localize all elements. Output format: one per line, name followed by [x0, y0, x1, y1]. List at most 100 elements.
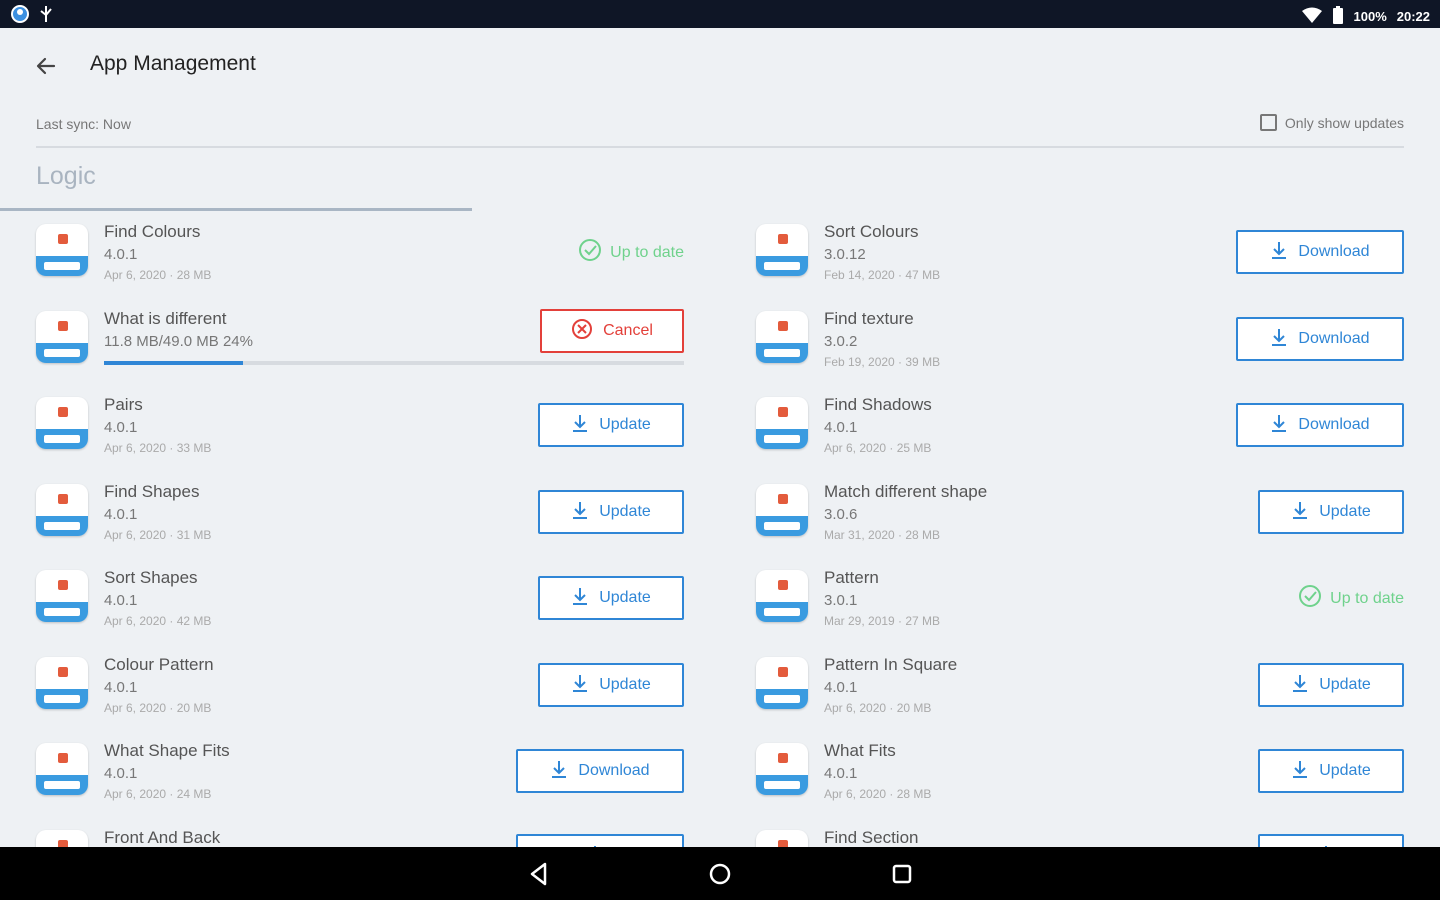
update-button-label: Update: [599, 676, 651, 693]
app-meta: Apr 6, 2020 · 20 MB: [824, 701, 932, 715]
app-version: 3.0.12: [824, 246, 866, 263]
app-meta: Apr 6, 2020 · 20 MB: [104, 701, 212, 715]
page-title: App Management: [90, 52, 256, 75]
app-meta: Apr 6, 2020 · 28 MB: [104, 268, 212, 282]
app-name: Pairs: [104, 395, 143, 414]
app-version: 4.0.1: [104, 246, 138, 263]
app-list: Find Colours 4.0.1 Apr 6, 2020 · 28 MB Up t…: [0, 208, 1440, 847]
app-version: 4.0.1: [824, 765, 858, 782]
app-row: Sort Shapes 4.0.1 Apr 6, 2020 · 42 MB Updat…: [36, 554, 684, 640]
update-button[interactable]: [1258, 834, 1404, 847]
nav-home-button[interactable]: [705, 859, 735, 889]
download-button-label: Download: [1298, 330, 1370, 347]
battery-percent: 100%: [1353, 9, 1387, 24]
arrow-left-icon: [36, 57, 56, 75]
download-button-label: Download: [578, 762, 650, 779]
app-version: 3.0.1: [824, 592, 858, 609]
update-button[interactable]: Update: [538, 663, 684, 707]
only-show-updates-checkbox[interactable]: [1259, 114, 1277, 131]
update-button-label: Update: [1319, 503, 1371, 520]
nav-back-button[interactable]: [524, 859, 554, 889]
back-button[interactable]: [30, 50, 62, 82]
app-row: What Shape Fits 4.0.1 Apr 6, 2020 · 24 MB D…: [36, 727, 684, 813]
update-button[interactable]: Update: [538, 403, 684, 447]
download-arrow-icon: [571, 586, 589, 611]
up-to-date-status: Up to date: [1298, 584, 1404, 613]
download-arrow-icon: [1270, 240, 1288, 265]
download-button[interactable]: Download: [1236, 230, 1404, 274]
download-button[interactable]: [516, 834, 684, 847]
navigation-bar: [0, 847, 1440, 900]
app-row: Colour Pattern 4.0.1 Apr 6, 2020 · 20 MB Up…: [36, 641, 684, 727]
app-meta: Apr 6, 2020 · 24 MB: [104, 787, 212, 801]
globe-icon: [10, 4, 30, 29]
app-icon: [36, 397, 88, 449]
app-row: Pattern 3.0.1 Mar 29, 2019 · 27 MB Up to da…: [756, 554, 1404, 640]
download-arrow-icon: [550, 759, 568, 784]
update-button[interactable]: Update: [1258, 490, 1404, 534]
sync-row: Last sync: Now Only show updates: [36, 110, 1404, 148]
download-arrow-icon: [1270, 327, 1288, 352]
cancel-circle-icon: [571, 318, 593, 345]
back-triangle-icon: [530, 862, 547, 886]
app-row: Pattern In Square 4.0.1 Apr 6, 2020 · 20 M…: [756, 641, 1404, 727]
app-version: 4.0.1: [824, 679, 858, 696]
status-bar: 100% 20:22: [0, 0, 1440, 28]
app-version: 4.0.1: [824, 419, 858, 436]
update-button-label: Update: [599, 416, 651, 433]
section-label: Logic: [36, 162, 96, 190]
app-icon: [756, 311, 808, 363]
app-row: What is different 11.8 MB/49.0 MB 24% Canc…: [36, 295, 684, 381]
app-version: 4.0.1: [104, 506, 138, 523]
last-sync-text: Last sync: Now: [36, 116, 131, 132]
battery-icon: [1332, 6, 1344, 27]
download-button[interactable]: Download: [1236, 403, 1404, 447]
app-row: Find Shapes 4.0.1 Apr 6, 2020 · 31 MB Updat…: [36, 468, 684, 554]
update-button-label: Update: [599, 589, 651, 606]
app-meta: Mar 31, 2020 · 28 MB: [824, 528, 941, 542]
section-tab-logic[interactable]: Logic: [0, 150, 472, 211]
app-icon: [756, 224, 808, 276]
app-name: Find texture: [824, 309, 914, 328]
app-name: Match different shape: [824, 482, 988, 501]
app-row: Sort Colours 3.0.12 Feb 14, 2020 · 47 MB Do…: [756, 208, 1404, 294]
app-row: Find Section: [756, 814, 1404, 847]
app-row: Find Colours 4.0.1 Apr 6, 2020 · 28 MB Up t…: [36, 208, 684, 294]
app-icon: [756, 743, 808, 795]
update-button[interactable]: Update: [538, 576, 684, 620]
app-icon: [36, 570, 88, 622]
update-button-label: Update: [1319, 762, 1371, 779]
app-name: Front And Back: [104, 828, 221, 847]
download-button[interactable]: Download: [1236, 317, 1404, 361]
cancel-button[interactable]: Cancel: [540, 309, 684, 353]
app-row: Find texture 3.0.2 Feb 19, 2020 · 39 MB Dow…: [756, 295, 1404, 381]
app-meta: Apr 6, 2020 · 25 MB: [824, 441, 932, 455]
download-arrow-icon: [1291, 673, 1309, 698]
app-row: Find Shadows 4.0.1 Apr 6, 2020 · 25 MB Down…: [756, 381, 1404, 467]
app-name: Sort Shapes: [104, 568, 198, 587]
update-button[interactable]: Update: [1258, 749, 1404, 793]
nav-recents-button[interactable]: [887, 859, 917, 889]
download-arrow-icon: [1270, 413, 1288, 438]
clock: 20:22: [1396, 9, 1430, 24]
download-button[interactable]: Download: [516, 749, 684, 793]
download-arrow-icon: [571, 500, 589, 525]
app-name: Pattern In Square: [824, 655, 958, 674]
cancel-label: Cancel: [603, 322, 653, 339]
update-button[interactable]: Update: [1258, 663, 1404, 707]
app-icon: [36, 484, 88, 536]
app-row: Front And Back: [36, 814, 684, 847]
download-arrow-icon: [571, 673, 589, 698]
update-button[interactable]: Update: [538, 490, 684, 534]
app-icon: [756, 484, 808, 536]
download-arrow-icon: [571, 413, 589, 438]
check-circle-icon: [1298, 584, 1322, 613]
home-circle-icon: [709, 863, 731, 885]
update-button-label: Update: [599, 503, 651, 520]
app-row: Match different shape 3.0.6 Mar 31, 2020 ·…: [756, 468, 1404, 554]
download-progress-text: 11.8 MB/49.0 MB 24%: [104, 333, 253, 350]
app-icon: [756, 570, 808, 622]
app-name: Find Colours: [104, 222, 201, 241]
app-meta: Mar 29, 2019 · 27 MB: [824, 614, 941, 628]
only-show-updates-toggle[interactable]: Only show updates: [1259, 114, 1404, 131]
